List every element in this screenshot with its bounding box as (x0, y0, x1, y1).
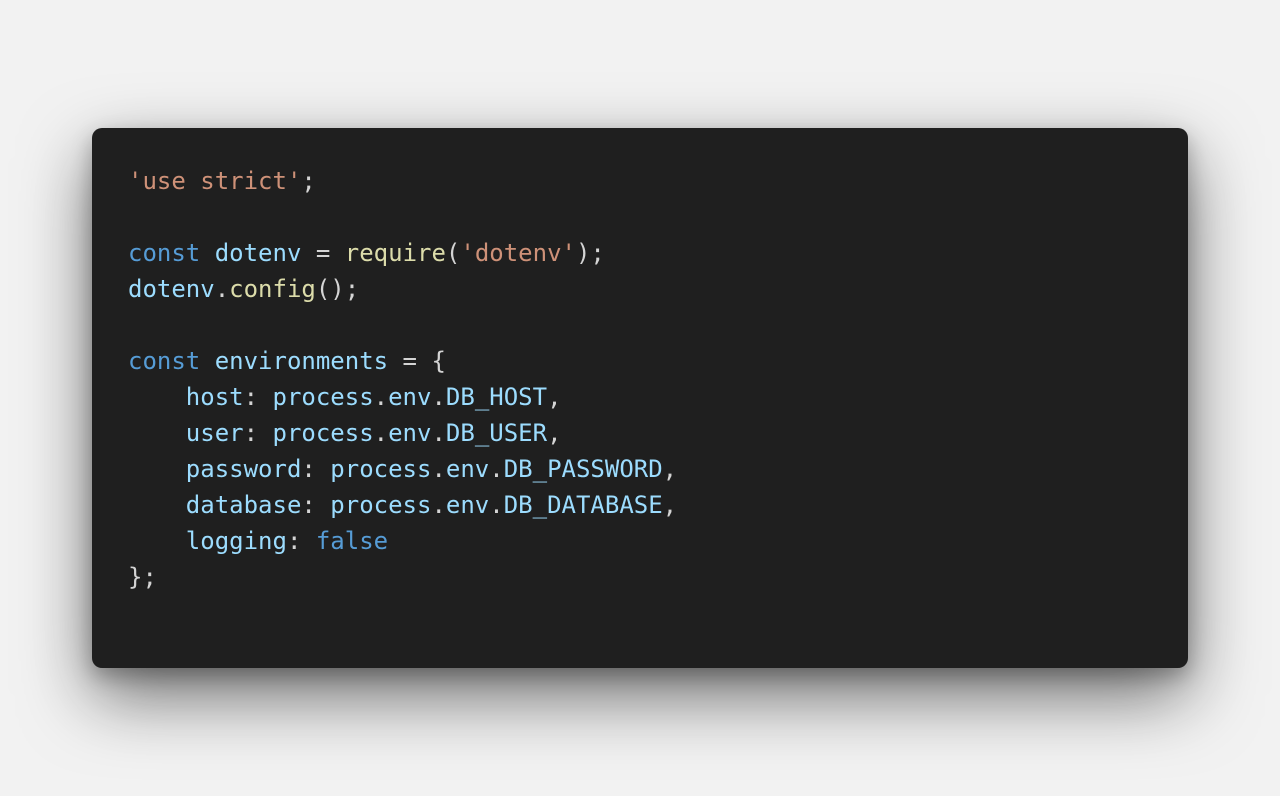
punctuation-token: : (243, 419, 273, 447)
identifier-token: password (185, 455, 302, 483)
identifier-token: logging (185, 527, 287, 555)
identifier-token: process (272, 419, 374, 447)
constant-token: DB_DATABASE (503, 491, 663, 519)
punctuation-token (128, 491, 186, 519)
punctuation-token: . (489, 455, 504, 483)
punctuation-token: . (431, 491, 446, 519)
constant-token: DB_PASSWORD (503, 455, 663, 483)
punctuation-token: (); (315, 275, 360, 303)
identifier-token: dotenv (128, 275, 215, 303)
identifier-token: env (388, 383, 432, 411)
code-line: host: process.env.DB_HOST, (128, 379, 677, 415)
punctuation-token: . (431, 455, 446, 483)
function-token: require (344, 239, 446, 267)
string-token: 'dotenv' (460, 239, 576, 267)
code-line: database: process.env.DB_DATABASE, (128, 487, 677, 523)
punctuation-token: , (662, 455, 678, 483)
code-line: user: process.env.DB_USER, (128, 415, 677, 451)
code-line: logging: false (128, 523, 677, 559)
punctuation-token (128, 527, 186, 555)
function-token: config (229, 275, 316, 303)
identifier-token: env (445, 455, 490, 483)
identifier-token: env (445, 491, 490, 519)
code-block[interactable]: 'use strict'; const dotenv = require('dot… (128, 163, 677, 595)
punctuation-token: . (431, 419, 446, 447)
punctuation-token: . (214, 275, 230, 303)
string-token: 'use strict' (128, 167, 302, 195)
punctuation-token: ; (301, 167, 316, 195)
keyword-token: const (128, 347, 201, 375)
code-snippet-card: 'use strict'; const dotenv = require('dot… (92, 128, 1188, 668)
identifier-token: process (272, 383, 374, 411)
code-line: dotenv.config(); (128, 271, 677, 307)
punctuation-token: ( (445, 239, 461, 267)
constant-token: DB_HOST (445, 383, 548, 411)
identifier-token: database (185, 491, 302, 519)
identifier-token: environments (214, 347, 389, 375)
identifier-token: dotenv (214, 239, 302, 267)
punctuation-token: : (243, 383, 273, 411)
code-line: 'use strict'; (128, 163, 677, 199)
punctuation-token: . (373, 419, 389, 447)
boolean-token: false (315, 527, 389, 555)
punctuation-token: , (662, 491, 678, 519)
punctuation-token (128, 455, 186, 483)
identifier-token: host (185, 383, 244, 411)
punctuation-token: ); (575, 239, 605, 267)
identifier-token: env (388, 419, 432, 447)
punctuation-token: : (286, 527, 316, 555)
punctuation-token: . (373, 383, 389, 411)
identifier-token: user (185, 419, 244, 447)
punctuation-token: . (431, 383, 446, 411)
code-line: const dotenv = require('dotenv'); (128, 235, 677, 271)
punctuation-token (128, 419, 186, 447)
punctuation-token: . (489, 491, 504, 519)
punctuation-token (128, 383, 186, 411)
punctuation-token: = { (388, 347, 446, 375)
identifier-token: process (330, 491, 432, 519)
code-line: const environments = { (128, 343, 677, 379)
punctuation-token: : (301, 491, 331, 519)
punctuation-token: = (301, 239, 345, 267)
code-line: password: process.env.DB_PASSWORD, (128, 451, 677, 487)
punctuation-token: , (547, 383, 562, 411)
code-line: }; (128, 559, 677, 595)
punctuation-token (200, 347, 214, 375)
identifier-token: process (330, 455, 432, 483)
punctuation-token (200, 239, 214, 267)
constant-token: DB_USER (445, 419, 548, 447)
punctuation-token: , (547, 419, 562, 447)
punctuation-token: : (301, 455, 331, 483)
punctuation-token: }; (128, 563, 157, 591)
keyword-token: const (128, 239, 201, 267)
